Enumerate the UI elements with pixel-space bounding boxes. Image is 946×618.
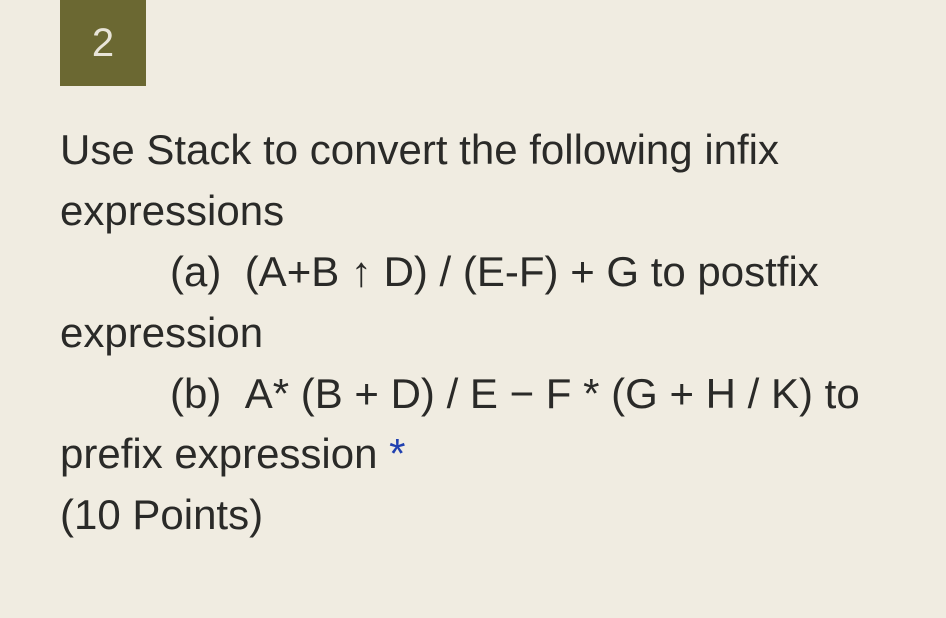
part-a: (a) (A+B ↑ D) / (E-F) + G to postfix exp…	[60, 242, 896, 364]
part-a-label: (a)	[170, 248, 221, 295]
part-b: (b) A* (B + D) / E − F * (G + H / K) to …	[60, 364, 896, 486]
points-label: (10 Points)	[60, 485, 896, 546]
question-number: 2	[92, 21, 114, 66]
part-b-label: (b)	[170, 370, 221, 417]
question-number-box: 2	[60, 0, 146, 86]
required-indicator: *	[389, 430, 405, 477]
question-intro: Use Stack to convert the following infix…	[60, 120, 896, 242]
question-content: Use Stack to convert the following infix…	[60, 120, 896, 546]
